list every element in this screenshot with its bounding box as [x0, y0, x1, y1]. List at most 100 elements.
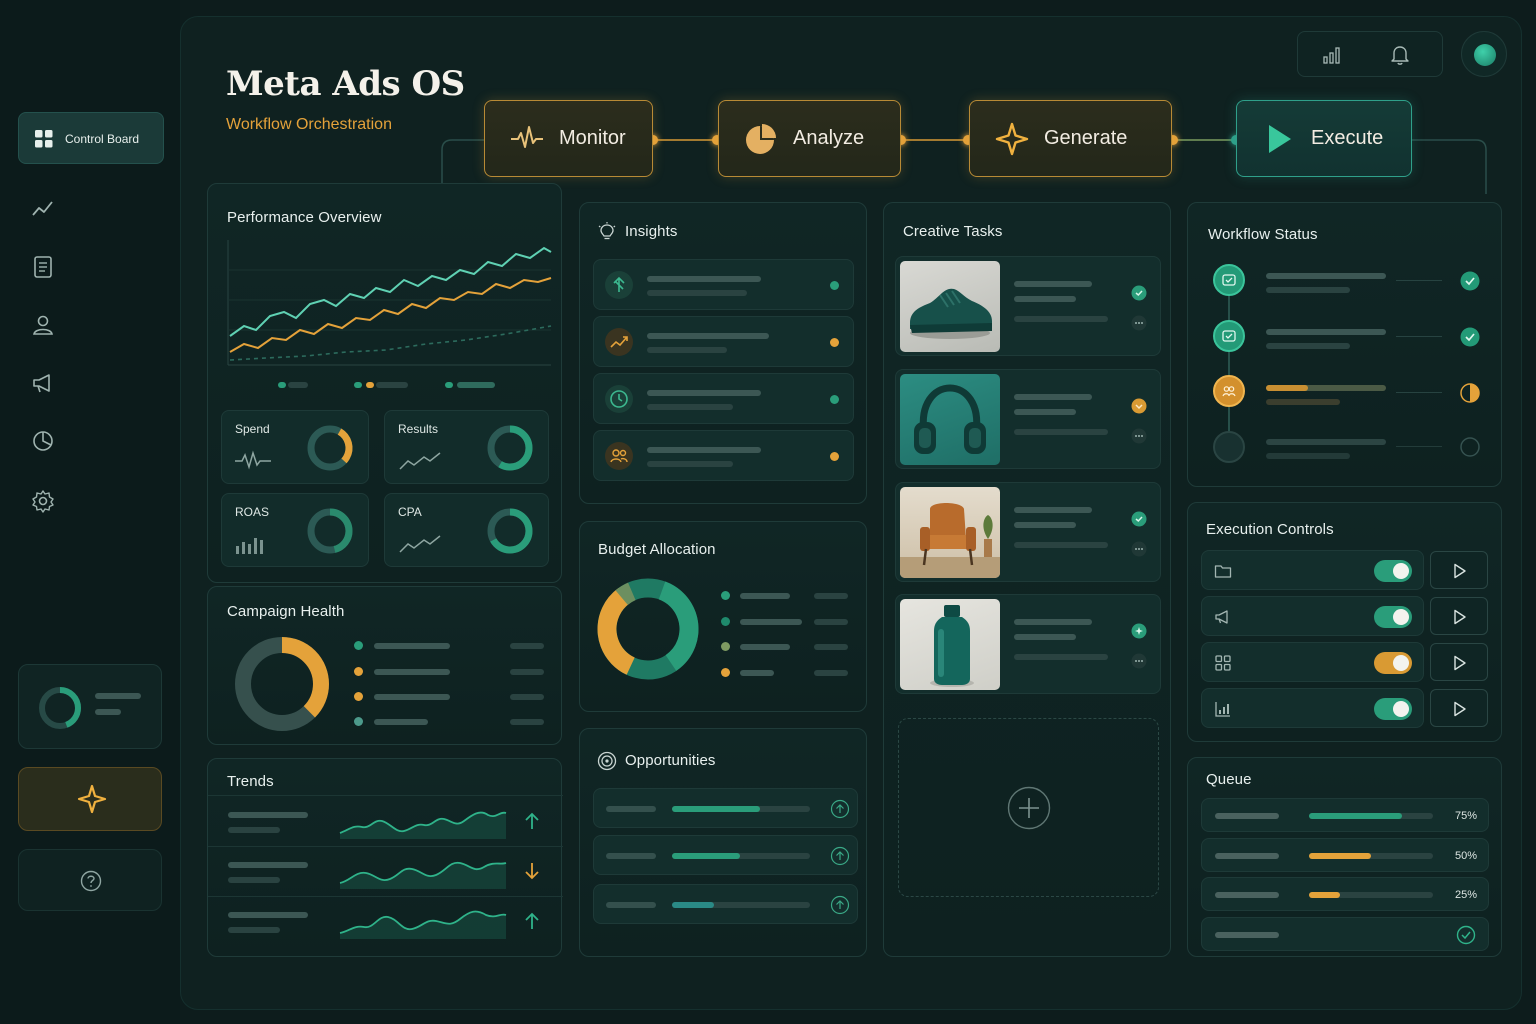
megaphone-icon[interactable] — [30, 370, 56, 396]
workflow-status-step-done — [1213, 320, 1245, 352]
bell-icon[interactable] — [1390, 44, 1410, 66]
toggle-switch[interactable] — [1374, 652, 1412, 674]
pulse-icon — [511, 125, 543, 148]
progress-ring — [39, 687, 81, 729]
opportunity-row[interactable] — [593, 884, 858, 924]
toggle-switch[interactable] — [1374, 560, 1412, 582]
pie-chart-icon — [746, 123, 776, 154]
sidebar: Control Board — [0, 0, 180, 1024]
check-circle-icon — [1456, 925, 1476, 945]
target-icon — [597, 751, 617, 771]
opportunity-row[interactable] — [593, 788, 858, 828]
bar-chart-icon — [236, 538, 263, 554]
queue-progress-fill — [1309, 892, 1340, 898]
more-options-icon[interactable] — [1131, 653, 1147, 669]
workflow-step-monitor[interactable]: Monitor — [484, 100, 653, 177]
creative-task-card[interactable] — [895, 256, 1161, 356]
progress-card[interactable] — [18, 664, 162, 749]
workflow-step-execute[interactable]: Execute — [1236, 100, 1412, 177]
queue-item[interactable] — [1201, 917, 1489, 951]
budget-donut-chart — [597, 578, 699, 680]
trend-sparkline — [339, 811, 507, 839]
execution-control-row — [1201, 550, 1424, 590]
users-icon — [605, 442, 633, 470]
metric-card-cpa[interactable]: CPA — [384, 493, 549, 567]
more-options-icon[interactable] — [1131, 315, 1147, 331]
arrow-up-circle-icon[interactable] — [830, 846, 850, 866]
clock-icon — [605, 385, 633, 413]
workflow-step-label: Generate — [1044, 127, 1128, 149]
metric-card-roas[interactable]: ROAS — [221, 493, 369, 567]
toggle-switch[interactable] — [1374, 698, 1412, 720]
workflow-step-label: Monitor — [559, 127, 626, 149]
megaphone-icon — [1215, 610, 1228, 624]
workflow-step-generate[interactable]: Generate — [969, 100, 1172, 177]
metric-card-results[interactable]: Results — [384, 410, 549, 484]
panel-title: Queue — [1206, 771, 1252, 788]
opportunities-panel: Opportunities — [579, 728, 867, 957]
creative-task-card[interactable] — [895, 594, 1161, 694]
workflow-status-panel: Workflow Status — [1187, 202, 1502, 487]
topbar-icons — [1297, 31, 1443, 77]
sparkle-icon — [995, 122, 1029, 155]
status-check-icon — [1131, 511, 1147, 527]
run-button[interactable] — [1430, 643, 1488, 681]
pie-chart-icon[interactable] — [30, 428, 56, 454]
budget-allocation-panel: Budget Allocation — [579, 521, 867, 712]
help-button[interactable] — [18, 849, 162, 911]
insight-row[interactable] — [593, 316, 854, 367]
arrow-down-icon — [525, 863, 539, 880]
status-sparkle-icon — [1131, 623, 1147, 639]
performance-overview-panel: Performance Overview Spend Results ROAS … — [207, 183, 562, 583]
trend-line-icon — [399, 535, 441, 553]
queue-progress-label: 75% — [1455, 810, 1478, 822]
trend-line-icon[interactable] — [30, 196, 56, 222]
creative-task-card[interactable] — [895, 369, 1161, 469]
opportunity-row[interactable] — [593, 835, 858, 875]
avatar[interactable] — [1461, 31, 1507, 77]
signal-bars-icon[interactable] — [1322, 45, 1342, 65]
queue-item[interactable]: 50% — [1201, 838, 1489, 872]
bar-chart-icon — [1215, 702, 1230, 717]
insight-row[interactable] — [593, 373, 854, 424]
run-button[interactable] — [1430, 689, 1488, 727]
users-icon[interactable] — [30, 312, 56, 338]
insights-panel: Insights — [579, 202, 867, 504]
plus-icon — [1007, 786, 1051, 830]
queue-panel: Queue 75% 50% 25% — [1187, 757, 1502, 957]
armchair-image — [900, 487, 1000, 578]
insight-row[interactable] — [593, 259, 854, 310]
queue-item[interactable]: 25% — [1201, 877, 1489, 911]
gear-icon[interactable] — [30, 488, 56, 514]
metric-label: Spend — [235, 422, 270, 436]
run-button[interactable] — [1430, 597, 1488, 635]
grid-icon — [1215, 655, 1231, 671]
document-icon[interactable] — [30, 254, 56, 280]
queue-item[interactable]: 75% — [1201, 798, 1489, 832]
play-icon — [1454, 609, 1466, 625]
half-circle-icon — [1460, 383, 1480, 403]
arrow-up-circle-icon[interactable] — [830, 799, 850, 819]
workflow-step-analyze[interactable]: Analyze — [718, 100, 901, 177]
run-button[interactable] — [1430, 551, 1488, 589]
panel-title: Workflow Status — [1208, 226, 1318, 243]
metric-card-spend[interactable]: Spend — [221, 410, 369, 484]
insight-row[interactable] — [593, 430, 854, 481]
add-creative-dropzone[interactable] — [898, 718, 1159, 897]
workflow-step-label: Execute — [1311, 127, 1384, 149]
more-options-icon[interactable] — [1131, 541, 1147, 557]
workflow-status-step-in-progress — [1213, 375, 1245, 407]
sidebar-item-control-board[interactable]: Control Board — [18, 112, 164, 164]
generate-shortcut-button[interactable] — [18, 767, 162, 831]
series-line-teal — [229, 246, 552, 337]
creative-task-card[interactable] — [895, 482, 1161, 582]
arrow-up-circle-icon[interactable] — [830, 895, 850, 915]
trends-panel: Trends — [207, 758, 563, 957]
toggle-switch[interactable] — [1374, 606, 1412, 628]
play-icon — [1269, 124, 1291, 153]
lightbulb-icon — [598, 222, 616, 240]
trend-line-icon — [399, 452, 441, 470]
headphones-image — [900, 374, 1000, 465]
more-options-icon[interactable] — [1131, 428, 1147, 444]
sidebar-item-label: Control Board — [65, 132, 140, 146]
